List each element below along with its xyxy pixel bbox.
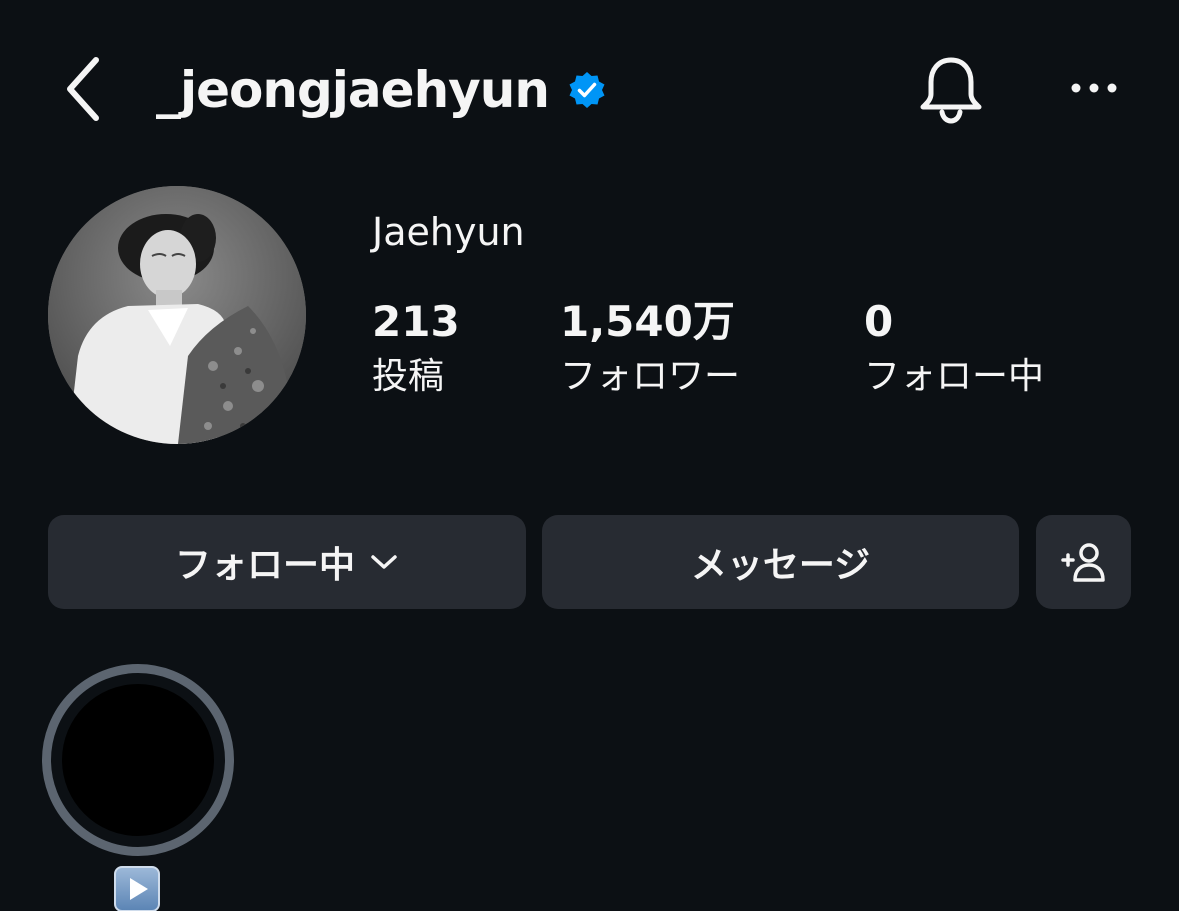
back-button[interactable] <box>58 54 114 124</box>
display-name: Jaehyun <box>372 210 525 254</box>
stat-value: 1,540万 <box>560 297 735 346</box>
verified-badge-icon <box>569 72 605 108</box>
chevron-down-icon <box>371 555 397 569</box>
stat-label: フォロー中 <box>864 356 1045 397</box>
highlight-cover <box>62 684 214 836</box>
message-button[interactable]: メッセージ <box>542 515 1019 609</box>
profile-avatar[interactable] <box>48 186 306 444</box>
stat-following[interactable]: 0 フォロー中 <box>864 296 1044 402</box>
notifications-button[interactable] <box>914 52 988 126</box>
message-button-label: メッセージ <box>690 545 871 586</box>
bell-icon <box>920 57 982 124</box>
username-row: _jeongjaehyun <box>156 52 607 128</box>
more-options-button[interactable] <box>1064 70 1124 106</box>
stat-followers[interactable]: 1,540万 フォロワー <box>560 296 740 402</box>
stat-value: 0 <box>864 297 894 346</box>
stat-value: 213 <box>372 297 460 346</box>
story-highlight[interactable] <box>42 664 234 856</box>
profile-screen: _jeongjaehyun Jaehyun 213 投稿 1,540万 フォロワ… <box>0 0 1179 911</box>
more-horizontal-icon <box>1071 83 1117 93</box>
username: _jeongjaehyun <box>156 61 550 119</box>
chevron-left-icon <box>67 57 99 121</box>
following-button[interactable]: フォロー中 <box>48 515 526 609</box>
add-user-icon <box>1060 543 1105 582</box>
highlight-title <box>114 866 162 911</box>
stat-label: フォロワー <box>560 356 741 397</box>
suggest-users-button[interactable] <box>1036 515 1131 609</box>
following-button-label: フォロー中 <box>174 545 355 586</box>
avatar-photo <box>48 186 306 444</box>
stat-posts[interactable]: 213 投稿 <box>372 296 460 402</box>
stat-label: 投稿 <box>372 356 445 397</box>
play-emoji-icon <box>114 866 160 911</box>
